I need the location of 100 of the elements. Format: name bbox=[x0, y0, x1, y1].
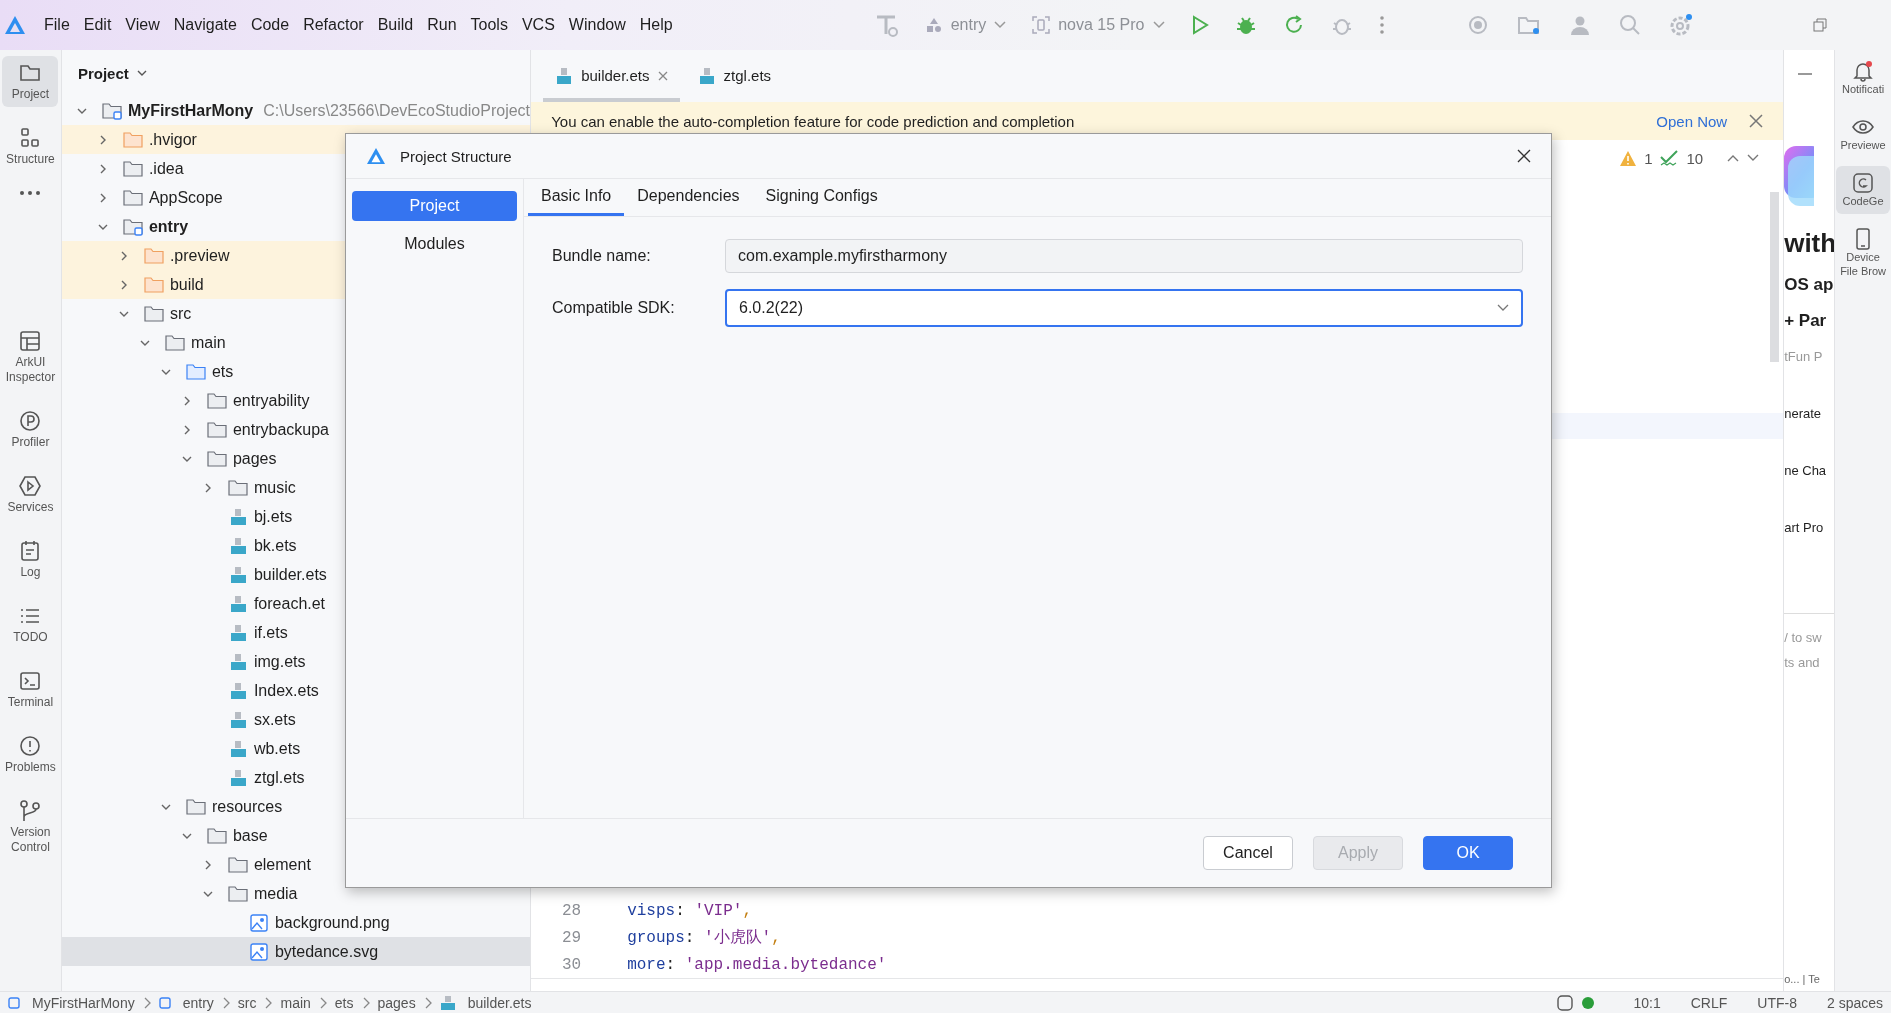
module-icon bbox=[158, 997, 171, 1009]
image-icon bbox=[248, 913, 269, 932]
menu-item[interactable]: View bbox=[125, 16, 160, 34]
tree-item[interactable]: entryability bbox=[61, 386, 531, 415]
tool-window-button[interactable]: Notificati bbox=[1836, 54, 1891, 102]
tool-window-button[interactable]: Problems bbox=[2, 729, 59, 780]
minimize-icon[interactable] bbox=[1798, 72, 1813, 76]
tree-item[interactable]: bk.ets bbox=[61, 531, 531, 560]
tree-item[interactable]: entrybackupa bbox=[61, 415, 531, 444]
tree-item[interactable]: foreach.et bbox=[61, 589, 531, 618]
menu-item[interactable]: Tools bbox=[470, 16, 508, 34]
scrollbar-thumb[interactable] bbox=[1770, 192, 1780, 362]
restore-window-icon[interactable] bbox=[1813, 18, 1827, 32]
menu-item[interactable]: File bbox=[44, 16, 70, 34]
module-folder-icon bbox=[101, 101, 122, 120]
image-icon bbox=[248, 942, 269, 961]
menu-item[interactable]: VCS bbox=[521, 16, 555, 34]
tool-window-button[interactable]: Structure bbox=[2, 121, 59, 172]
open-now-link[interactable]: Open Now bbox=[1656, 112, 1728, 130]
tree-item[interactable]: bytedance.svg bbox=[61, 937, 531, 966]
breadcrumb-item[interactable]: ets bbox=[334, 995, 354, 1011]
editor-tab[interactable]: ztgl.ets bbox=[685, 67, 784, 102]
tree-item[interactable]: ets bbox=[61, 357, 531, 386]
breadcrumb-item[interactable]: MyFirstHarMony bbox=[8, 995, 135, 1011]
status-item[interactable]: CRLF bbox=[1690, 995, 1728, 1011]
tree-item[interactable]: if.ets bbox=[61, 618, 531, 647]
tree-item[interactable]: ztgl.ets bbox=[61, 763, 531, 792]
tool-window-button[interactable]: TODO bbox=[2, 599, 59, 650]
tree-item[interactable]: bj.ets bbox=[61, 502, 531, 531]
menu-item[interactable]: Code bbox=[250, 16, 290, 34]
tree-item[interactable]: music bbox=[61, 473, 531, 502]
tree-item[interactable]: base bbox=[61, 821, 531, 850]
tool-window-button[interactable]: Previewe bbox=[1836, 110, 1891, 158]
tree-item[interactable]: element bbox=[61, 850, 531, 879]
folder-icon bbox=[206, 420, 227, 439]
folder-icon bbox=[122, 188, 143, 207]
breadcrumb-item[interactable]: pages bbox=[377, 995, 416, 1011]
tool-window-button[interactable]: Version Control bbox=[2, 794, 59, 860]
field-label: Bundle name: bbox=[552, 247, 652, 265]
tool-window-button[interactable]: Project bbox=[2, 56, 59, 107]
caret-icon[interactable] bbox=[136, 70, 147, 76]
tool-window-button[interactable]: Device File Brow bbox=[1836, 222, 1891, 284]
folder-icon[interactable] bbox=[1516, 14, 1541, 36]
tool-window-button[interactable]: CodeGe bbox=[1836, 166, 1891, 214]
breadcrumb-item[interactable]: entry bbox=[158, 995, 214, 1011]
menu-item[interactable]: Edit bbox=[83, 16, 112, 34]
panel-title[interactable]: Project bbox=[77, 64, 129, 82]
codegen-status-icon[interactable] bbox=[1557, 995, 1574, 1011]
bundle-name-field[interactable]: com.example.myfirstharmony bbox=[725, 239, 1523, 273]
tree-item[interactable]: main bbox=[61, 328, 531, 357]
vcs-icon bbox=[18, 799, 43, 823]
problems-icon bbox=[18, 734, 43, 758]
tool-window-button[interactable]: Terminal bbox=[2, 664, 59, 715]
tree-item[interactable]: img.ets bbox=[61, 647, 531, 676]
menu-item[interactable]: Build bbox=[377, 16, 414, 34]
tree-item[interactable]: Index.ets bbox=[61, 676, 531, 705]
menu-item[interactable]: Window bbox=[568, 16, 626, 34]
status-item[interactable]: 2 spaces bbox=[1826, 995, 1883, 1011]
tree-item[interactable]: src bbox=[61, 299, 531, 328]
panel-text: nerate bbox=[1784, 406, 1823, 421]
tool-window-button[interactable]: Services bbox=[2, 469, 59, 520]
dialog-button[interactable]: OK bbox=[1423, 836, 1513, 870]
sdk-dropdown[interactable]: 6.0.2(22) bbox=[725, 289, 1523, 327]
settings-icon[interactable] bbox=[1668, 13, 1693, 37]
tree-item[interactable]: background.png bbox=[61, 908, 531, 937]
tool-window-button[interactable]: ArkUI Inspector bbox=[2, 324, 59, 390]
menu-item[interactable]: Help bbox=[639, 16, 673, 34]
menu-item[interactable]: Navigate bbox=[173, 16, 237, 34]
status-item[interactable]: UTF-8 bbox=[1757, 995, 1797, 1011]
code-line: groups: '小虎队', bbox=[627, 928, 781, 948]
tree-item[interactable]: builder.ets bbox=[61, 560, 531, 589]
tree-item[interactable]: media bbox=[61, 879, 531, 908]
tool-window-button[interactable]: Profiler bbox=[2, 404, 59, 455]
tree-item[interactable]: wb.ets bbox=[61, 734, 531, 763]
chevron-down-icon[interactable] bbox=[1747, 154, 1760, 162]
check-icon[interactable] bbox=[1660, 150, 1679, 166]
dialog-tab[interactable]: Signing Configs bbox=[752, 179, 891, 216]
more-icon[interactable] bbox=[1378, 15, 1385, 35]
breadcrumb-item[interactable]: builder.ets bbox=[439, 995, 532, 1011]
close-icon[interactable] bbox=[1517, 149, 1531, 163]
status-dot-icon bbox=[1581, 996, 1596, 1010]
menu-item[interactable]: Run bbox=[427, 16, 457, 34]
codegen-icon bbox=[1852, 172, 1875, 194]
file-icon bbox=[697, 67, 716, 84]
nav-item[interactable]: Project bbox=[352, 191, 517, 221]
tree-item[interactable]: resources bbox=[61, 792, 531, 821]
chevron-right-icon bbox=[318, 997, 327, 1009]
dialog-tab[interactable]: Dependencies bbox=[624, 179, 753, 216]
menu-item[interactable]: Refactor bbox=[303, 16, 364, 34]
tool-window-button[interactable]: Log bbox=[2, 534, 59, 585]
breadcrumb-item[interactable]: main bbox=[280, 995, 311, 1011]
chevron-right-icon bbox=[221, 997, 230, 1009]
tree-item[interactable]: sx.ets bbox=[61, 705, 531, 734]
tree-item[interactable]: pages bbox=[61, 444, 531, 473]
chevron-up-icon[interactable] bbox=[1727, 154, 1740, 162]
dialog-tab[interactable]: Basic Info bbox=[528, 179, 625, 216]
tree-item[interactable]: MyFirstHarMony C:\Users\23566\DevEcoStudioProject bbox=[61, 96, 531, 125]
status-item[interactable]: 10:1 bbox=[1633, 995, 1661, 1011]
breadcrumb-item[interactable]: src bbox=[237, 995, 257, 1011]
dialog-button[interactable]: Cancel bbox=[1203, 836, 1293, 870]
